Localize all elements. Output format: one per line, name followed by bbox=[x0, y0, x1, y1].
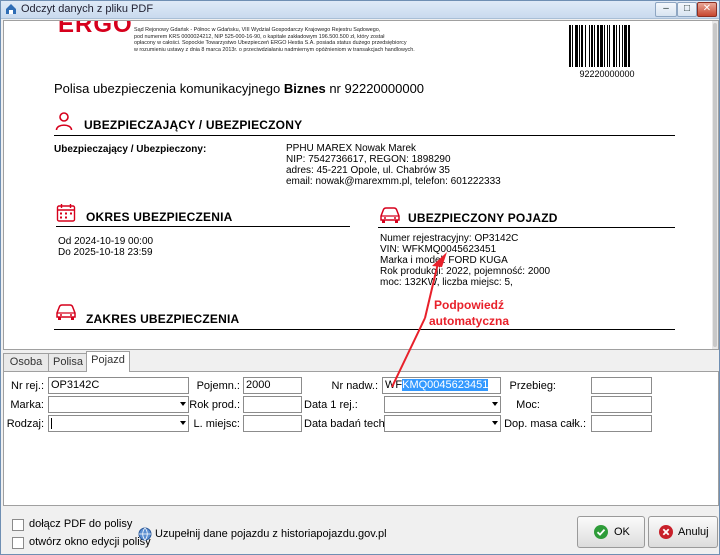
data-badan-label: Data badań tech.: bbox=[304, 418, 391, 430]
vehicle-year-capacity: Rok produkcji: 2022, pojemność: 2000 bbox=[380, 266, 551, 277]
tab-pojazd[interactable]: Pojazd bbox=[86, 351, 130, 372]
vehicle-make-model: Marka i model: FORD KUGA bbox=[380, 255, 508, 266]
section-divider bbox=[56, 226, 350, 227]
globe-link-icon bbox=[138, 527, 152, 541]
annotation-line: Podpowiedź bbox=[434, 298, 504, 312]
policy-title: Polisa ubezpieczenia komunikacyjnego Biz… bbox=[54, 81, 424, 96]
nr-nadw-selection: KMQ0045623451 bbox=[402, 379, 489, 391]
maximize-button[interactable]: □ bbox=[677, 2, 697, 17]
open-editor-label[interactable]: otwórz okno edycji polisy bbox=[29, 537, 151, 548]
policy-title-number: nr 92220000000 bbox=[325, 81, 425, 96]
marka-select[interactable] bbox=[48, 396, 189, 413]
open-editor-checkbox[interactable] bbox=[12, 537, 24, 549]
dop-masa-label: Dop. masa całk.: bbox=[504, 418, 586, 430]
nr-nadw-text: WF bbox=[385, 379, 403, 391]
section-divider bbox=[54, 329, 675, 330]
policy-title-prefix: Polisa ubezpieczenia komunikacyjnego bbox=[54, 81, 284, 96]
ergo-logo: ERGO bbox=[58, 20, 133, 38]
company-fineprint: Sąd Rejonowy Gdańsk - Północ w Gdańsku, … bbox=[134, 27, 464, 53]
section-divider bbox=[378, 227, 675, 228]
rok-prod-label: Rok prod.: bbox=[189, 399, 240, 411]
vehicle-form-panel: Nr rej.: OP3142C Marka: Rodzaj: Pojemn.:… bbox=[3, 371, 719, 506]
insurer-address: adres: 45-221 Opole, ul. Chabrów 35 bbox=[286, 165, 450, 176]
fineprint-line: Sąd Rejonowy Gdańsk - Północ w Gdańsku, … bbox=[134, 27, 381, 33]
text-caret bbox=[51, 418, 52, 429]
tab-osoba[interactable]: Osoba bbox=[3, 353, 49, 371]
chevron-down-icon bbox=[492, 421, 498, 425]
check-icon bbox=[594, 525, 608, 539]
fineprint-line: opłacony w całości. Sopockie Towarzystwo… bbox=[134, 40, 407, 47]
insurer-nip: NIP: 7542736617, REGON: 1898290 bbox=[286, 154, 451, 165]
nr-nadw-label: Nr nadw.: bbox=[331, 380, 378, 392]
import-pdf-window: Odczyt danych z pliku PDF – □ ✕ ERGO Sąd… bbox=[0, 0, 720, 555]
vehicle-power-seats: moc: 132KW, liczba miejsc: 5, bbox=[380, 277, 513, 288]
section-divider bbox=[54, 135, 675, 136]
data-badan-select[interactable] bbox=[384, 415, 501, 432]
marka-label: Marka: bbox=[10, 399, 44, 411]
calendar-icon bbox=[56, 204, 76, 222]
scope-heading: ZAKRES UBEZPIECZENIA bbox=[86, 312, 240, 326]
person-icon bbox=[55, 112, 73, 131]
rok-prod-input[interactable] bbox=[243, 396, 302, 413]
fill-from-history-link[interactable]: Uzupełnij dane pojazdu z historiapojazdu… bbox=[155, 529, 387, 540]
close-icon bbox=[659, 525, 673, 539]
title-bar: Odczyt danych z pliku PDF – □ ✕ bbox=[1, 1, 719, 19]
pdf-scrollbar[interactable] bbox=[712, 21, 718, 349]
barcode-image bbox=[569, 25, 630, 67]
l-miejsc-label: L. miejsc: bbox=[193, 418, 240, 430]
close-button[interactable]: ✕ bbox=[697, 2, 717, 17]
ok-button[interactable]: OK bbox=[577, 516, 645, 548]
scrollbar-thumb[interactable] bbox=[713, 23, 717, 347]
window-title: Odczyt danych z pliku PDF bbox=[21, 3, 154, 15]
l-miejsc-input[interactable] bbox=[243, 415, 302, 432]
chevron-down-icon bbox=[492, 402, 498, 406]
annotation-label: Podpowiedź automatyczna bbox=[421, 297, 517, 329]
pdf-preview[interactable]: ERGO Sąd Rejonowy Gdańsk - Północ w Gdań… bbox=[3, 20, 719, 350]
app-icon bbox=[6, 4, 16, 14]
annotation-line: automatyczna bbox=[428, 314, 510, 328]
przebieg-input[interactable] bbox=[591, 377, 652, 394]
nr-rej-label: Nr rej.: bbox=[11, 380, 44, 392]
ok-label: OK bbox=[614, 526, 630, 538]
chevron-down-icon bbox=[180, 402, 186, 406]
policy-title-product: Biznes bbox=[283, 81, 326, 96]
przebieg-label: Przebieg: bbox=[509, 380, 556, 392]
period-from: Od 2024-10-19 00:00 bbox=[58, 236, 154, 247]
car-icon bbox=[380, 207, 400, 223]
tab-polisa[interactable]: Polisa bbox=[48, 353, 88, 371]
insurer-label: Ubezpieczający / Ubezpieczony: bbox=[54, 144, 207, 155]
data-1-rej-label: Data 1 rej.: bbox=[304, 399, 358, 411]
dop-masa-input[interactable] bbox=[591, 415, 652, 432]
rodzaj-label: Rodzaj: bbox=[6, 418, 44, 430]
pojemn-label: Pojemn.: bbox=[196, 380, 240, 392]
minimize-button[interactable]: – bbox=[655, 2, 677, 17]
vehicle-plate: Numer rejestracyjny: OP3142C bbox=[380, 233, 519, 244]
period-heading: OKRES UBEZPIECZENIA bbox=[86, 210, 233, 224]
attach-pdf-label[interactable]: dołącz PDF do polisy bbox=[29, 519, 132, 530]
data-1-rej-select[interactable] bbox=[384, 396, 501, 413]
car-icon bbox=[56, 304, 76, 320]
insurer-name: PPHU MAREX Nowak Marek bbox=[286, 143, 417, 154]
cancel-button[interactable]: Anuluj bbox=[648, 516, 718, 548]
insurer-heading: UBEZPIECZAJĄCY / UBEZPIECZONY bbox=[84, 118, 303, 132]
nr-nadw-input[interactable]: WFKMQ0045623451 bbox=[382, 377, 501, 394]
nr-rej-input[interactable]: OP3142C bbox=[48, 377, 189, 394]
vehicle-heading: UBEZPIECZONY POJAZD bbox=[408, 211, 558, 225]
bottom-bar: dołącz PDF do polisy otwórz okno edycji … bbox=[1, 505, 719, 554]
period-to: Do 2025-10-18 23:59 bbox=[58, 247, 153, 258]
rodzaj-select[interactable] bbox=[48, 415, 189, 432]
vehicle-vin: VIN: WFKMQ0045623451 bbox=[380, 244, 497, 255]
fineprint-line: w rozumieniu ustawy z dnia 8 marca 2013r… bbox=[134, 46, 415, 53]
chevron-down-icon bbox=[180, 421, 186, 425]
moc-input[interactable] bbox=[591, 396, 652, 413]
moc-label: Moc: bbox=[516, 399, 540, 411]
pojemn-input[interactable]: 2000 bbox=[243, 377, 302, 394]
attach-pdf-checkbox[interactable] bbox=[12, 519, 24, 531]
fineprint-line: pod numerem KRS 0000024212, NIP 525-000-… bbox=[134, 33, 385, 40]
insurer-contact: email: nowak@marexmm.pl, telefon: 601222… bbox=[286, 176, 501, 187]
cancel-label: Anuluj bbox=[678, 526, 709, 538]
barcode-number: 92220000000 bbox=[579, 69, 635, 79]
